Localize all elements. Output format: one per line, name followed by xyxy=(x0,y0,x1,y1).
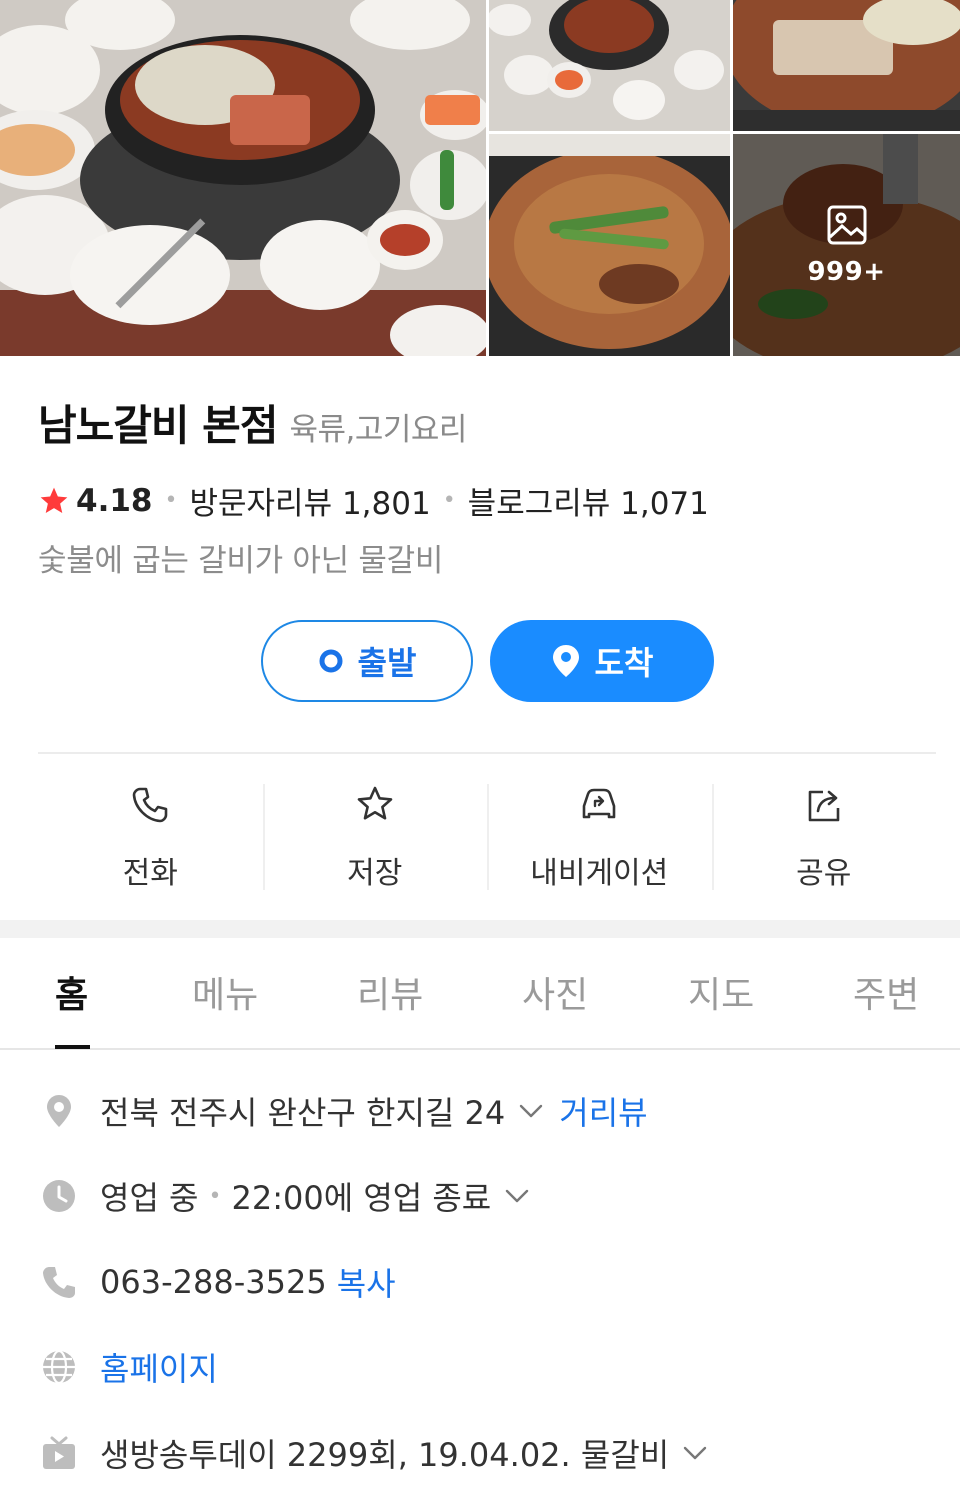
copy-phone-button[interactable]: 복사 xyxy=(337,1259,396,1305)
place-header: 남노갈비 본점 육류,고기요리 xyxy=(38,392,467,453)
rating-value: 4.18 xyxy=(76,482,153,519)
photo-count: 999+ xyxy=(807,257,886,287)
separator-dot: • xyxy=(442,488,456,513)
place-category: 육류,고기요리 xyxy=(289,412,467,448)
main-food-photo[interactable] xyxy=(0,0,486,356)
navigation-button[interactable]: 내비게이션 xyxy=(487,770,712,900)
tv-appearance-row: 생방송투데이 2299회, 19.04.02. 물갈비 xyxy=(40,1430,723,1476)
separator-dot: • xyxy=(208,1183,222,1209)
navigation-label: 내비게이션 xyxy=(530,856,669,891)
tv-appearance-text: 생방송투데이 2299회, 19.04.02. 물갈비 xyxy=(100,1436,670,1474)
chevron-down-icon[interactable] xyxy=(501,1180,533,1212)
route-start-button[interactable]: 출발 xyxy=(261,620,473,702)
action-bar: 전화 저장 내비게이션 공유 xyxy=(38,770,936,900)
tv-icon xyxy=(43,1436,75,1469)
homepage-row: 홈페이지 xyxy=(40,1344,218,1390)
place-name: 남노갈비 본점 xyxy=(38,401,278,450)
globe-icon xyxy=(43,1349,75,1385)
street-view-link[interactable]: 거리뷰 xyxy=(559,1088,647,1134)
active-tab-indicator xyxy=(55,1045,90,1049)
chevron-down-icon[interactable] xyxy=(679,1437,711,1469)
phone-icon xyxy=(132,787,168,823)
origin-dot-icon xyxy=(319,649,343,673)
photo-more-tile[interactable]: 999+ xyxy=(733,134,960,356)
section-divider xyxy=(0,920,960,938)
route-start-label: 출발 xyxy=(357,644,417,682)
image-icon xyxy=(827,205,866,245)
visitor-review-link[interactable]: 방문자리뷰 1,801 xyxy=(189,478,430,523)
call-button[interactable]: 전화 xyxy=(38,770,263,900)
photo-thumbnail[interactable] xyxy=(733,0,960,131)
photo-more-overlay: 999+ xyxy=(733,134,960,356)
phone-icon xyxy=(43,1267,75,1298)
address-row: 전북 전주시 완산구 한지길 24 거리뷰 xyxy=(40,1088,648,1134)
route-destination-label: 도착 xyxy=(594,644,654,682)
phone-number[interactable]: 063-288-3525 xyxy=(100,1263,327,1301)
share-icon xyxy=(808,790,840,822)
tab-photos[interactable]: 사진 xyxy=(522,966,588,1018)
hours-row: 영업 중 • 22:00에 영업 종료 xyxy=(40,1173,545,1219)
place-description: 숯불에 굽는 갈비가 아닌 물갈비 xyxy=(38,543,444,579)
photo-thumbnail[interactable] xyxy=(489,134,730,356)
tab-bar: 홈 메뉴 리뷰 사진 지도 주변 xyxy=(0,938,960,1050)
tab-home[interactable]: 홈 xyxy=(55,966,88,1018)
call-label: 전화 xyxy=(122,856,178,891)
car-navigation-icon xyxy=(582,788,616,819)
closing-time: 22:00에 영업 종료 xyxy=(231,1179,492,1217)
save-label: 저장 xyxy=(347,856,403,891)
tab-reviews[interactable]: 리뷰 xyxy=(357,966,423,1018)
review-stats: 4.18 • 방문자리뷰 1,801 • 블로그리뷰 1,071 xyxy=(38,478,709,523)
separator-dot: • xyxy=(164,488,178,513)
tab-menu[interactable]: 메뉴 xyxy=(192,966,258,1018)
blog-review-link[interactable]: 블로그리뷰 1,071 xyxy=(468,478,709,523)
star-outline-icon xyxy=(357,786,393,820)
phone-row: 063-288-3525 복사 xyxy=(40,1259,396,1305)
save-button[interactable]: 저장 xyxy=(262,770,488,900)
clock-icon xyxy=(43,1180,75,1212)
location-pin-icon xyxy=(47,1095,71,1127)
homepage-link[interactable]: 홈페이지 xyxy=(100,1344,218,1390)
photo-thumbnail[interactable] xyxy=(489,0,730,131)
open-status: 영업 중 xyxy=(100,1179,199,1217)
route-destination-button[interactable]: 도착 xyxy=(490,620,714,702)
location-pin-icon xyxy=(552,645,579,677)
tab-map[interactable]: 지도 xyxy=(688,966,754,1018)
photo-gallery: 999+ xyxy=(0,0,960,356)
share-label: 공유 xyxy=(796,856,852,891)
chevron-down-icon[interactable] xyxy=(515,1095,547,1127)
share-button[interactable]: 공유 xyxy=(711,770,937,900)
address-text: 전북 전주시 완산구 한지길 24 xyxy=(100,1094,506,1132)
divider xyxy=(38,752,936,754)
rating-star-icon xyxy=(40,487,68,513)
tab-nearby[interactable]: 주변 xyxy=(853,966,919,1018)
